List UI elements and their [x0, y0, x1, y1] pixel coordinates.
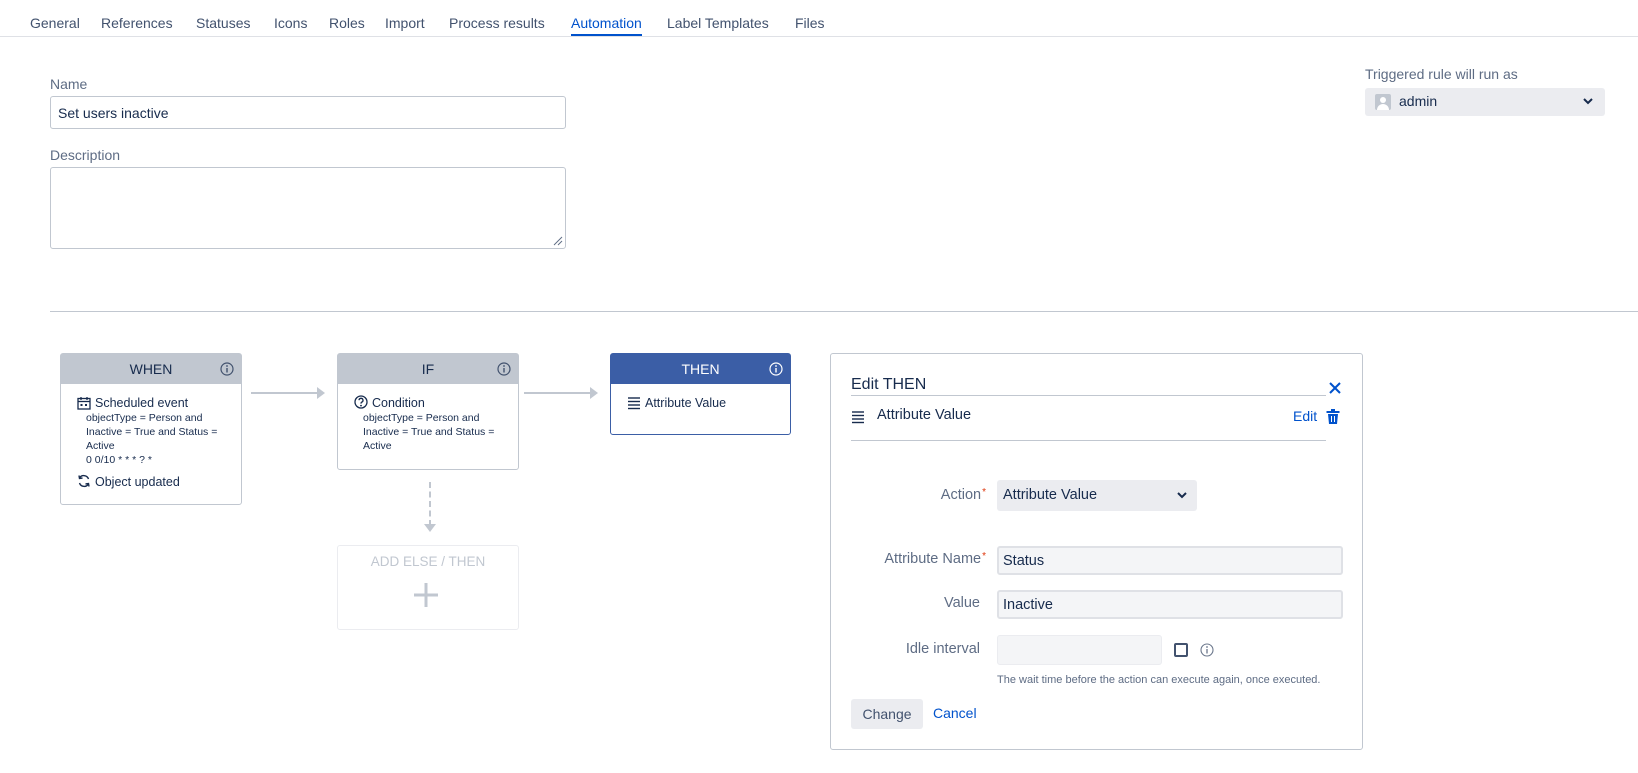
dashed-connector — [429, 482, 431, 526]
then-box[interactable]: THEN Attribute Value — [610, 353, 791, 435]
if-detail-3: Active — [363, 440, 392, 452]
action-select-value: Attribute Value — [1003, 487, 1098, 503]
tab-import[interactable]: Import — [385, 15, 425, 31]
tab-automation[interactable]: Automation — [571, 15, 642, 36]
attribute-name-label: Attribute Name* — [884, 551, 986, 567]
resize-grip-icon[interactable] — [553, 236, 563, 246]
tab-bar: General References Statuses Icons Roles … — [0, 0, 1638, 37]
idle-interval-checkbox[interactable] — [1174, 643, 1188, 657]
if-detail-2: Inactive = True and Status = — [363, 426, 495, 438]
action-select[interactable]: Attribute Value — [997, 480, 1197, 511]
title-underline — [851, 395, 1326, 396]
tab-label-templates[interactable]: Label Templates — [667, 15, 769, 31]
name-input[interactable] — [50, 96, 566, 129]
info-icon[interactable] — [1200, 643, 1214, 657]
info-icon[interactable] — [769, 362, 783, 376]
idle-interval-label: Idle interval — [905, 641, 980, 657]
calendar-icon — [77, 397, 91, 410]
run-as-label: Triggered rule will run as — [1365, 66, 1518, 82]
tab-references[interactable]: References — [101, 15, 173, 31]
question-icon — [354, 395, 368, 409]
value-label: Value — [943, 595, 980, 611]
action-label-text: Action — [940, 487, 982, 503]
list-icon — [628, 397, 640, 410]
attribute-name-input[interactable]: Status — [997, 546, 1343, 575]
list-icon — [852, 411, 864, 424]
if-box[interactable]: IF Condition objectType = Person and Ina… — [337, 353, 519, 470]
if-condition: Condition — [372, 396, 425, 410]
idle-interval-help: The wait time before the action can exec… — [997, 674, 1321, 686]
when-schedule: 0 0/10 * * * ? * — [86, 454, 152, 466]
description-textarea[interactable] — [50, 167, 566, 249]
dashed-arrow-head — [424, 524, 436, 532]
avatar — [1375, 94, 1391, 110]
name-label: Name — [50, 76, 88, 92]
idle-interval-input[interactable] — [997, 635, 1162, 665]
panel-title: Edit THEN — [851, 376, 927, 393]
cancel-link[interactable]: Cancel — [933, 705, 977, 721]
then-action: Attribute Value — [645, 396, 727, 410]
attribute-name-label-text: Attribute Name — [884, 551, 982, 567]
section-divider — [50, 311, 1638, 312]
run-as-user: admin — [1399, 93, 1438, 109]
change-button[interactable]: Change — [851, 699, 923, 729]
tab-icons[interactable]: Icons — [274, 15, 307, 31]
info-icon[interactable] — [220, 362, 234, 376]
description-label: Description — [50, 147, 121, 163]
value-value: Inactive — [1003, 597, 1053, 613]
when-header: WHEN — [61, 354, 241, 384]
action-label: Action* — [941, 487, 986, 503]
refresh-icon — [78, 474, 90, 488]
close-icon[interactable] — [1327, 380, 1343, 396]
trash-icon[interactable] — [1326, 409, 1340, 425]
info-icon[interactable] — [497, 362, 511, 376]
flow-arrow — [524, 387, 598, 399]
panel-separator — [851, 440, 1326, 441]
add-else-then-label: ADD ELSE / THEN — [370, 554, 486, 569]
tab-general[interactable]: General — [30, 15, 80, 31]
if-detail-1: objectType = Person and — [363, 412, 480, 424]
tab-process-results[interactable]: Process results — [449, 15, 545, 31]
if-header: IF — [338, 354, 518, 384]
attribute-name-value: Status — [1003, 553, 1045, 569]
action-row-label: Attribute Value — [877, 407, 972, 423]
when-trigger-2: Object updated — [95, 475, 180, 489]
then-header: THEN — [611, 354, 790, 384]
when-detail-2: Inactive = True and Status = — [86, 426, 218, 438]
when-event: Scheduled event — [95, 396, 189, 410]
when-detail-1: objectType = Person and — [86, 412, 203, 424]
required-marker: * — [982, 487, 986, 498]
flow-arrow — [251, 387, 325, 399]
value-input[interactable]: Inactive — [997, 590, 1343, 619]
required-marker: * — [982, 551, 986, 562]
chevron-down-icon — [1177, 492, 1187, 499]
edit-then-panel: Edit THEN Attribute Value Edit Action* A… — [830, 353, 1363, 750]
when-box[interactable]: WHEN Scheduled event objectType = Person… — [60, 353, 242, 505]
when-detail-3: Active — [86, 440, 115, 452]
tab-statuses[interactable]: Statuses — [196, 15, 250, 31]
plus-icon[interactable] — [412, 581, 440, 609]
chevron-down-icon — [1583, 98, 1593, 105]
run-as-select[interactable]: admin — [1365, 88, 1605, 116]
tab-files[interactable]: Files — [795, 15, 825, 31]
tab-roles[interactable]: Roles — [329, 15, 365, 31]
edit-link[interactable]: Edit — [1293, 408, 1317, 424]
add-else-then-box[interactable]: ADD ELSE / THEN — [337, 545, 519, 630]
